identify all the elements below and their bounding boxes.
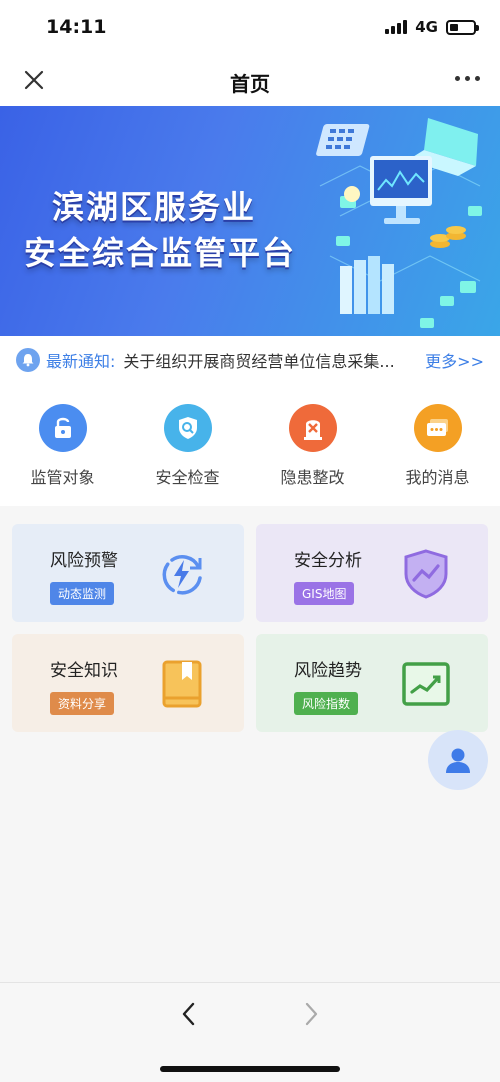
- quick-label: 隐患整改: [280, 468, 345, 487]
- card-risk-trend[interactable]: 风险趋势 风险指数: [256, 634, 488, 732]
- quick-item-supervision[interactable]: 监管对象: [0, 384, 125, 506]
- quick-label: 我的消息: [405, 468, 470, 487]
- card-title: 安全分析: [294, 551, 362, 571]
- quick-item-inspection[interactable]: 安全检查: [125, 384, 250, 506]
- status-time: 14:11: [46, 16, 107, 38]
- feature-cards: 风险预警 动态监测 安全分析 GIS地图 安全知识 资料分享 风险趋势 风险指数: [12, 524, 488, 732]
- notice-bar[interactable]: 最新通知: 关于组织开展商贸经营单位信息采集... 更多>>: [0, 336, 500, 384]
- home-indicator[interactable]: [160, 1066, 340, 1072]
- card-safety-knowledge[interactable]: 安全知识 资料分享: [12, 634, 244, 732]
- notice-label: 最新通知:: [46, 352, 116, 371]
- card-title: 风险预警: [50, 551, 118, 571]
- repair-icon: [288, 404, 337, 452]
- more-dots-icon[interactable]: [455, 76, 480, 81]
- banner-title-line1: 滨湖区服务业: [52, 188, 257, 226]
- quick-item-messages[interactable]: 我的消息: [375, 384, 500, 506]
- quick-label: 监管对象: [30, 468, 95, 487]
- battery-icon: [446, 19, 479, 35]
- page-title: 首页: [230, 72, 270, 96]
- shield-search-icon: [163, 404, 212, 452]
- shield-chart-icon: [404, 549, 448, 599]
- card-tag: 动态监测: [50, 582, 115, 605]
- quick-item-rectification[interactable]: 隐患整改: [250, 384, 375, 506]
- status-bar: 14:11 4G: [0, 0, 500, 54]
- banner-title-line2: 安全综合监管平台: [24, 234, 297, 272]
- user-icon: [446, 748, 470, 773]
- banner[interactable]: 滨湖区服务业 安全综合监管平台: [0, 106, 500, 336]
- lock-icon: [38, 404, 87, 452]
- trend-chart-icon: [402, 662, 450, 706]
- card-safety-analysis[interactable]: 安全分析 GIS地图: [256, 524, 488, 622]
- signal-icon: [385, 20, 408, 34]
- user-float-button[interactable]: [428, 730, 488, 790]
- card-risk-warning[interactable]: 风险预警 动态监测: [12, 524, 244, 622]
- card-tag: 风险指数: [294, 692, 359, 715]
- network-type: 4G: [415, 18, 438, 36]
- nav-bar: 首页: [0, 54, 500, 106]
- banner-illustration: [316, 118, 482, 328]
- card-title: 风险趋势: [294, 661, 362, 681]
- chevron-left-icon[interactable]: [178, 1001, 200, 1027]
- bell-icon: [16, 348, 40, 372]
- book-icon: [162, 660, 202, 708]
- card-title: 安全知识: [50, 661, 118, 681]
- quick-menu: 监管对象 安全检查 隐患整改 我的消息: [0, 384, 500, 506]
- quick-label: 安全检查: [155, 468, 220, 487]
- lightning-refresh-icon: [162, 555, 202, 595]
- status-indicators: 4G: [385, 18, 479, 36]
- bottom-toolbar: [0, 982, 500, 1082]
- card-tag: 资料分享: [50, 692, 115, 715]
- notice-text[interactable]: 关于组织开展商贸经营单位信息采集...: [123, 348, 417, 372]
- notice-more-link[interactable]: 更多>>: [425, 348, 484, 372]
- chevron-right-icon[interactable]: [300, 1001, 322, 1027]
- message-icon: [413, 404, 462, 452]
- card-tag: GIS地图: [294, 582, 355, 605]
